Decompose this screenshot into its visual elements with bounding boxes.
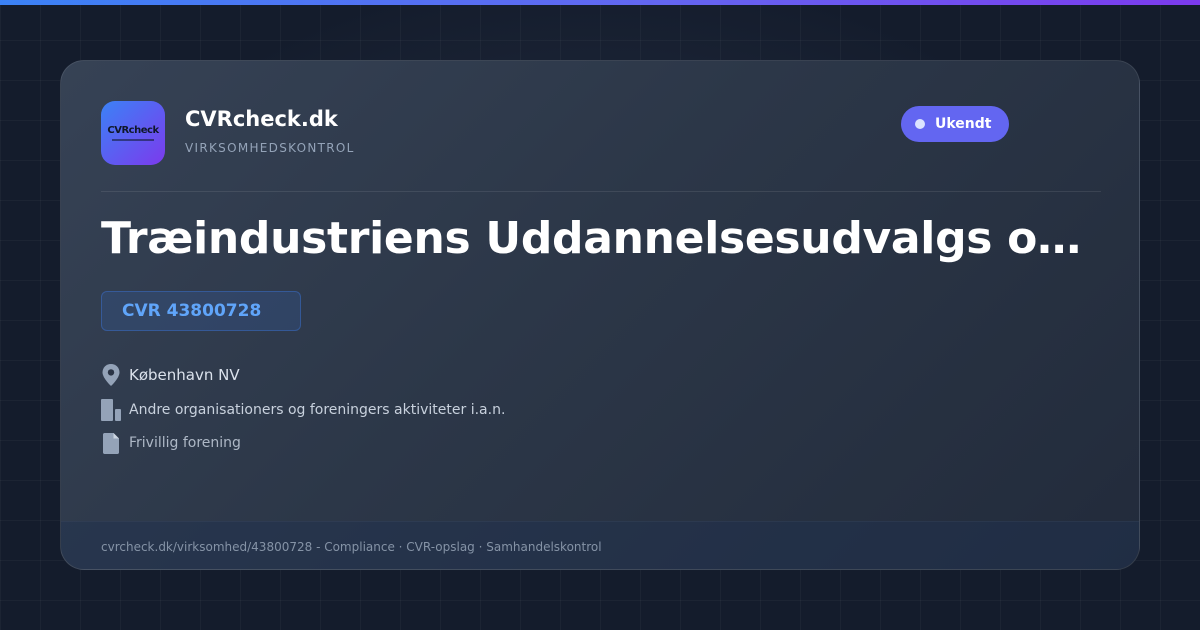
footer-bar: cvrcheck.dk/virksomhed/43800728 - Compli… — [61, 521, 1139, 569]
accent-top-bar — [0, 0, 1200, 5]
building-icon — [101, 398, 121, 422]
logo-underline — [112, 138, 154, 141]
header-divider — [101, 191, 1101, 192]
logo-wordmark: CVRcheck — [107, 124, 159, 136]
status-badge: Ukendt — [901, 106, 1010, 142]
industry-text: Andre organisationers og foreningers akt… — [129, 402, 506, 418]
footer-text: cvrcheck.dk/virksomhed/43800728 - Compli… — [101, 539, 602, 554]
brand-name: CVRcheck.dk — [185, 107, 338, 131]
company-name: Træindustriens Uddannelsesudvalgs offe..… — [101, 213, 1091, 264]
location-text: København NV — [129, 366, 240, 384]
company-type-text: Frivillig forening — [129, 435, 241, 451]
company-card: CVRcheck CVRcheck.dk VIRKSOMHEDSKONTROL … — [60, 60, 1140, 570]
status-dot-icon — [915, 119, 925, 129]
industry-row: Andre organisationers og foreningers akt… — [101, 398, 505, 422]
brand-logo: CVRcheck — [101, 101, 165, 165]
status-label: Ukendt — [935, 116, 992, 132]
document-icon — [101, 431, 121, 455]
company-type-row: Frivillig forening — [101, 431, 241, 455]
brand-tagline: VIRKSOMHEDSKONTROL — [185, 141, 355, 155]
cvr-badge: CVR 43800728 — [101, 291, 301, 331]
map-pin-icon — [101, 363, 121, 387]
location-row: København NV — [101, 363, 240, 387]
